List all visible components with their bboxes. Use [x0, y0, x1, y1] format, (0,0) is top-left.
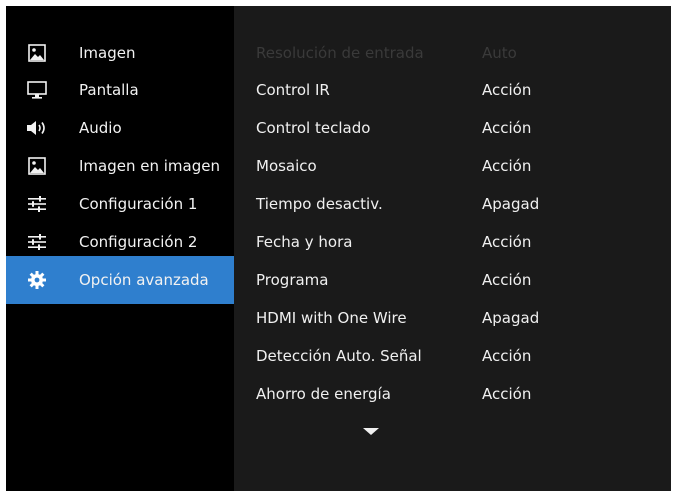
setting-name: Programa	[256, 271, 329, 289]
setting-name: Control teclado	[256, 119, 371, 137]
setting-name: Resolución de entrada	[256, 44, 424, 62]
sidebar-item-configuracion-1[interactable]: Configuración 1	[6, 186, 234, 222]
settings-panel: Resolución de entrada Auto Control IR Ac…	[234, 6, 671, 491]
setting-value: Acción	[482, 347, 532, 365]
setting-row-mosaico[interactable]: Mosaico Acción	[234, 148, 671, 184]
setting-value: Acción	[482, 385, 532, 403]
setting-value: Acción	[482, 233, 532, 251]
sidebar-item-label: Pantalla	[79, 81, 139, 99]
sidebar-item-label: Opción avanzada	[79, 271, 209, 289]
setting-row-control-ir[interactable]: Control IR Acción	[234, 72, 671, 108]
setting-name: Ahorro de energía	[256, 385, 391, 403]
sidebar-item-label: Configuración 2	[79, 233, 198, 251]
setting-name: Mosaico	[256, 157, 317, 175]
setting-value: Acción	[482, 271, 532, 289]
sidebar-item-audio[interactable]: Audio	[6, 110, 234, 146]
sidebar-item-label: Imagen en imagen	[79, 157, 220, 175]
sliders-icon	[26, 193, 48, 215]
sliders-icon	[26, 231, 48, 253]
setting-row-fecha-y-hora[interactable]: Fecha y hora Acción	[234, 224, 671, 260]
setting-row-programa[interactable]: Programa Acción	[234, 262, 671, 298]
setting-value: Acción	[482, 81, 532, 99]
sidebar-item-label: Audio	[79, 119, 122, 137]
sidebar-item-imagen[interactable]: Imagen	[6, 35, 234, 71]
setting-value: Apagad	[482, 195, 540, 213]
setting-name: HDMI with One Wire	[256, 309, 407, 327]
pip-picture-icon	[26, 155, 48, 177]
setting-value: Apagad	[482, 309, 540, 327]
sidebar-item-imagen-en-imagen[interactable]: Imagen en imagen	[6, 148, 234, 184]
setting-row-control-teclado[interactable]: Control teclado Acción	[234, 110, 671, 146]
sidebar-menu: Imagen Pantalla Audio Imagen en imagen C…	[6, 6, 234, 491]
sidebar-item-label: Imagen	[79, 44, 136, 62]
setting-value: Auto	[482, 44, 517, 62]
setting-name: Tiempo desactiv.	[256, 195, 383, 213]
setting-name: Fecha y hora	[256, 233, 353, 251]
setting-name: Control IR	[256, 81, 330, 99]
sidebar-item-pantalla[interactable]: Pantalla	[6, 72, 234, 108]
picture-icon	[26, 42, 48, 64]
setting-row-hdmi-one-wire[interactable]: HDMI with One Wire Apagad	[234, 300, 671, 336]
setting-name: Detección Auto. Señal	[256, 347, 422, 365]
setting-value: Acción	[482, 157, 532, 175]
osd-screen: Imagen Pantalla Audio Imagen en imagen C…	[6, 6, 671, 491]
speaker-icon	[26, 117, 48, 139]
sidebar-item-opcion-avanzada[interactable]: Opción avanzada	[6, 256, 234, 304]
monitor-icon	[26, 79, 48, 101]
scroll-down-arrow-icon[interactable]	[363, 428, 379, 435]
setting-row-ahorro-energia[interactable]: Ahorro de energía Acción	[234, 376, 671, 412]
sidebar-item-configuracion-2[interactable]: Configuración 2	[6, 224, 234, 260]
setting-row-tiempo-desactiv[interactable]: Tiempo desactiv. Apagad	[234, 186, 671, 222]
setting-row-resolucion-entrada: Resolución de entrada Auto	[234, 35, 671, 71]
sidebar-item-label: Configuración 1	[79, 195, 198, 213]
setting-row-deteccion-auto-senal[interactable]: Detección Auto. Señal Acción	[234, 338, 671, 374]
setting-value: Acción	[482, 119, 532, 137]
gear-icon	[26, 269, 48, 291]
